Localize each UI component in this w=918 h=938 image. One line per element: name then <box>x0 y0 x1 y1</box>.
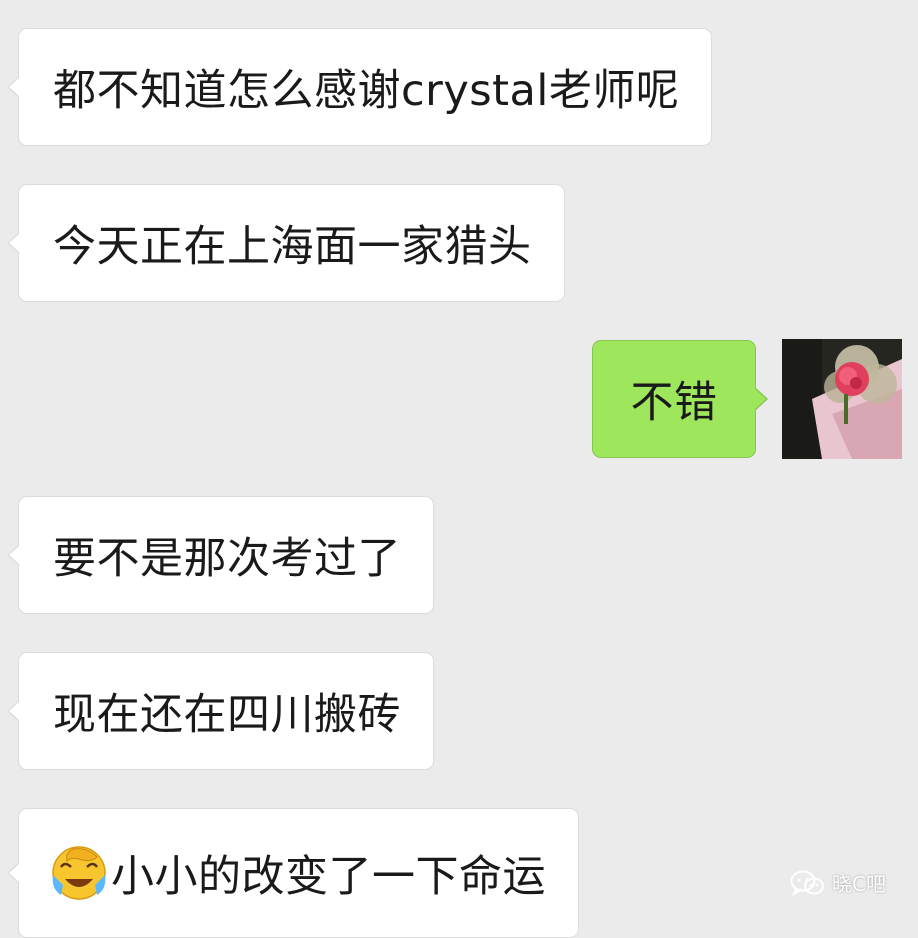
face-palm-laughing-emoji <box>52 846 106 900</box>
rose-photo-avatar <box>782 339 902 459</box>
message-bubble-received[interactable]: 要不是那次考过了 <box>7 496 434 614</box>
message-text: 今天正在上海面一家猎头 <box>53 222 532 272</box>
message-bubble-received[interactable]: 现在还在四川搬砖 <box>7 652 434 770</box>
sent-avatar[interactable] <box>782 339 902 459</box>
message-bubble-sent[interactable]: 不错 <box>592 340 768 458</box>
message-text: 不错 <box>630 378 718 428</box>
message-text: 要不是那次考过了 <box>53 534 401 584</box>
message-bubble-received[interactable]: 今天正在上海面一家猎头 <box>7 184 565 302</box>
message-bubble-received[interactable]: 都不知道怎么感谢crystal老师呢 <box>6 28 713 146</box>
message-text: 都不知道怎么感谢crystal老师呢 <box>53 66 680 116</box>
wechat-icon <box>790 870 824 896</box>
watermark: 晓C吧 <box>790 868 886 897</box>
message-text: 现在还在四川搬砖 <box>53 690 401 740</box>
message-text: 小小的改变了一下命运 <box>111 852 546 902</box>
watermark-text: 晓C吧 <box>832 872 886 896</box>
message-bubble-received[interactable]: 小小的改变了一下命运 <box>7 808 579 938</box>
